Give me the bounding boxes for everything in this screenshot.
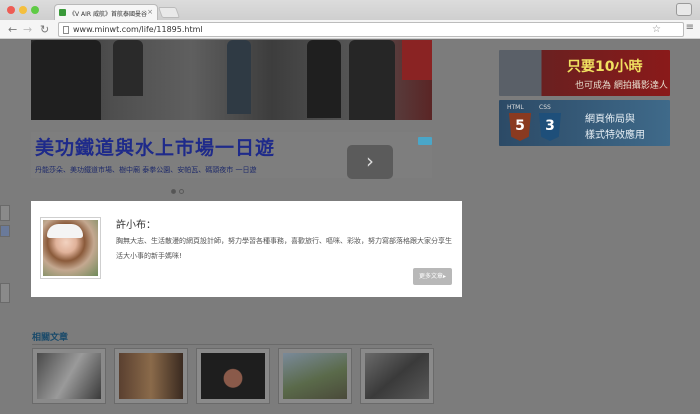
photo-figure xyxy=(113,40,143,96)
site-favicon-icon xyxy=(59,9,66,16)
tab-close-icon[interactable]: × xyxy=(147,8,153,16)
banner2-line1: 網頁佈局與 xyxy=(585,114,635,125)
browser-toolbar: ← → ↻ www.minwt.com/life/11895.html ☆ ≡ xyxy=(0,20,700,39)
back-arrow-icon[interactable]: ← xyxy=(8,23,17,36)
thumbnail-image xyxy=(201,353,265,399)
article-hero-photo xyxy=(31,40,432,120)
related-thumbnail[interactable] xyxy=(32,348,106,404)
related-thumbnail[interactable] xyxy=(278,348,352,404)
photo-figure xyxy=(349,40,395,120)
banner2-line2: 樣式特效應用 xyxy=(585,130,645,141)
ad-subtitle: 丹能莎朵、美功鐵道市場、樹中廟 泰拳公園、安帕瓦、碼頭夜市 一日遊 xyxy=(35,166,257,174)
author-photo xyxy=(43,220,98,276)
html-label: HTML xyxy=(507,104,524,111)
tab-title: 《V AIR 威航》首航泰國曼谷 xyxy=(69,11,147,18)
more-articles-button[interactable]: 更多文章▸ xyxy=(413,268,452,285)
tour-ad[interactable]: 美功鐵道與水上市場一日遊 丹能莎朵、美功鐵道市場、樹中廟 泰拳公園、安帕瓦、碼頭… xyxy=(31,132,432,179)
ad-title[interactable]: 美功鐵道與水上市場一日遊 xyxy=(35,133,275,160)
related-thumbnail[interactable] xyxy=(114,348,188,404)
related-articles-heading: 相關文章 xyxy=(32,333,69,343)
thumbnail-image xyxy=(119,353,183,399)
url-text: www.minwt.com/life/11895.html xyxy=(73,25,203,34)
menu-icon[interactable]: ≡ xyxy=(686,22,694,33)
hat-shape xyxy=(47,224,83,238)
new-tab-button[interactable] xyxy=(157,7,181,18)
thumbnail-image xyxy=(37,353,101,399)
forward-arrow-icon[interactable]: → xyxy=(23,23,32,36)
css-label: CSS xyxy=(539,104,551,111)
browser-titlebar: 《V AIR 威航》首航泰國曼谷 × xyxy=(0,0,700,20)
left-edge-widget[interactable] xyxy=(0,205,10,221)
ad-choices-icon[interactable] xyxy=(418,137,432,145)
photo-course-banner[interactable]: 只要10小時 也可成為 網拍攝影達人 xyxy=(499,50,670,96)
page-icon xyxy=(63,26,69,34)
banner1-headline: 只要10小時 xyxy=(567,59,643,75)
thumbnail-image xyxy=(365,353,429,399)
close-window-button[interactable] xyxy=(7,6,15,14)
divider xyxy=(32,344,432,345)
minimize-window-button[interactable] xyxy=(19,6,27,14)
pager-dot[interactable] xyxy=(171,189,176,194)
author-bio: 胸無大志、生活散漫的網頁設計師，努力學習各種事務，喜歡旅行、嘔咪、彩妝，努力寫部… xyxy=(116,237,452,260)
photo-figure xyxy=(307,40,341,118)
photo-red-area xyxy=(402,40,432,80)
ad-next-button[interactable]: › xyxy=(347,145,393,179)
author-avatar[interactable] xyxy=(40,217,101,279)
pager-dot[interactable] xyxy=(179,189,184,194)
profile-icon[interactable] xyxy=(676,3,692,16)
author-name: 許小布： xyxy=(116,220,156,231)
related-thumbnail[interactable] xyxy=(360,348,434,404)
photo-figure xyxy=(227,40,251,114)
thumbnail-image xyxy=(283,353,347,399)
bookmark-star-icon[interactable]: ☆ xyxy=(652,24,661,35)
reload-icon[interactable]: ↻ xyxy=(40,23,49,36)
banner1-subline: 也可成為 網拍攝影達人 xyxy=(575,81,668,91)
left-edge-widget[interactable] xyxy=(0,283,10,303)
css3-shield-icon: 3 xyxy=(539,113,561,141)
address-bar[interactable]: www.minwt.com/life/11895.html ☆ xyxy=(58,22,684,37)
zoom-window-button[interactable] xyxy=(31,6,39,14)
photo-figure xyxy=(31,40,101,120)
html5-css3-banner[interactable]: HTML CSS 5 3 網頁佈局與 樣式特效應用 xyxy=(499,100,670,146)
html5-shield-icon: 5 xyxy=(509,113,531,141)
related-thumbnail[interactable] xyxy=(196,348,270,404)
author-card: 許小布： 胸無大志、生活散漫的網頁設計師，努力學習各種事務，喜歡旅行、嘔咪、彩妝… xyxy=(31,201,462,297)
left-edge-widget[interactable] xyxy=(0,225,10,237)
ad-pager xyxy=(171,179,187,198)
browser-tab-active[interactable]: 《V AIR 威航》首航泰國曼谷 × xyxy=(54,4,158,20)
